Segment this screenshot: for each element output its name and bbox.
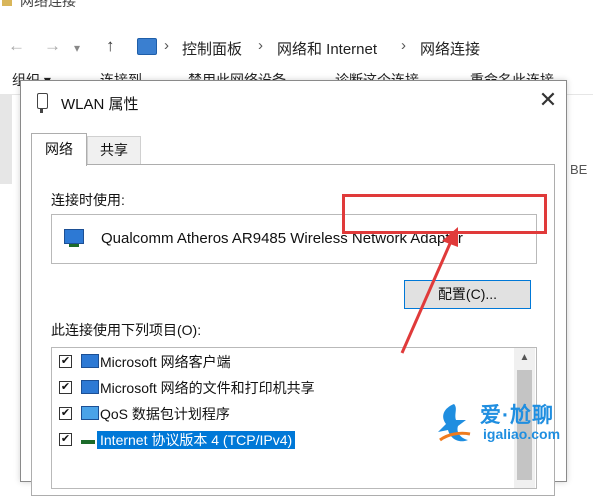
items-list-label: 此连接使用下列项目(O):: [51, 322, 202, 338]
tab-network[interactable]: 网络: [31, 133, 87, 166]
back-button[interactable]: ←: [8, 36, 25, 56]
explorer-titlebar: 网络连接: [0, 0, 593, 14]
protocol-icon: [81, 440, 95, 444]
item-label: Microsoft 网络客户端: [100, 354, 231, 370]
connect-using-label: 连接时使用:: [51, 192, 125, 208]
breadcrumb-network-connections[interactable]: 网络连接: [420, 38, 480, 59]
breadcrumb-control-panel[interactable]: 控制面板: [182, 38, 242, 59]
close-button[interactable]: ✕: [536, 87, 560, 113]
network-client-icon: [81, 354, 99, 368]
item-label: Internet 协议版本 4 (TCP/IPv4): [97, 431, 296, 449]
item-checkbox[interactable]: ✔: [59, 381, 72, 394]
watermark-url: igaliao.com: [483, 426, 561, 442]
dialog-title: WLAN 属性: [61, 96, 139, 113]
breadcrumb-separator: ›: [258, 37, 263, 54]
watermark-text: 爱·尬聊: [480, 404, 554, 427]
network-adapter-icon: [64, 229, 84, 247]
forward-button[interactable]: →: [44, 36, 61, 56]
item-checkbox[interactable]: ✔: [59, 407, 72, 420]
dialog-titlebar[interactable]: WLAN 属性 ✕: [21, 81, 566, 121]
item-label: Microsoft 网络的文件和打印机共享: [100, 380, 315, 396]
up-button[interactable]: ↑: [106, 36, 115, 56]
arrow-annotation-icon: [400, 227, 458, 354]
item-label: QoS 数据包计划程序: [100, 406, 230, 422]
folder-icon: [2, 0, 12, 6]
breadcrumb-separator: ›: [401, 37, 406, 54]
item-checkbox[interactable]: ✔: [59, 433, 72, 446]
scroll-up-arrow-icon[interactable]: ▲: [514, 348, 535, 368]
explorer-left-panel: [0, 94, 12, 184]
address-bar-row: ← → ▾ ↑ › 控制面板 › 网络和 Internet › 网络连接: [0, 14, 593, 58]
file-printer-sharing-icon: [81, 380, 99, 394]
breadcrumb-separator: ›: [164, 37, 169, 54]
watermark-logo-icon: [438, 404, 471, 442]
tab-sharing[interactable]: 共享: [87, 136, 141, 164]
network-adapter-icon: [37, 93, 48, 113]
explorer-window-title: 网络连接: [20, 0, 76, 9]
qos-icon: [81, 406, 99, 420]
breadcrumb-network-internet[interactable]: 网络和 Internet: [277, 38, 377, 59]
watermark: 爱·尬聊 igaliao.com: [430, 396, 590, 458]
recent-locations-chevron-icon[interactable]: ▾: [74, 38, 80, 58]
item-checkbox[interactable]: ✔: [59, 355, 72, 368]
explorer-side-text: BE: [570, 162, 588, 177]
control-panel-icon: [137, 38, 157, 55]
